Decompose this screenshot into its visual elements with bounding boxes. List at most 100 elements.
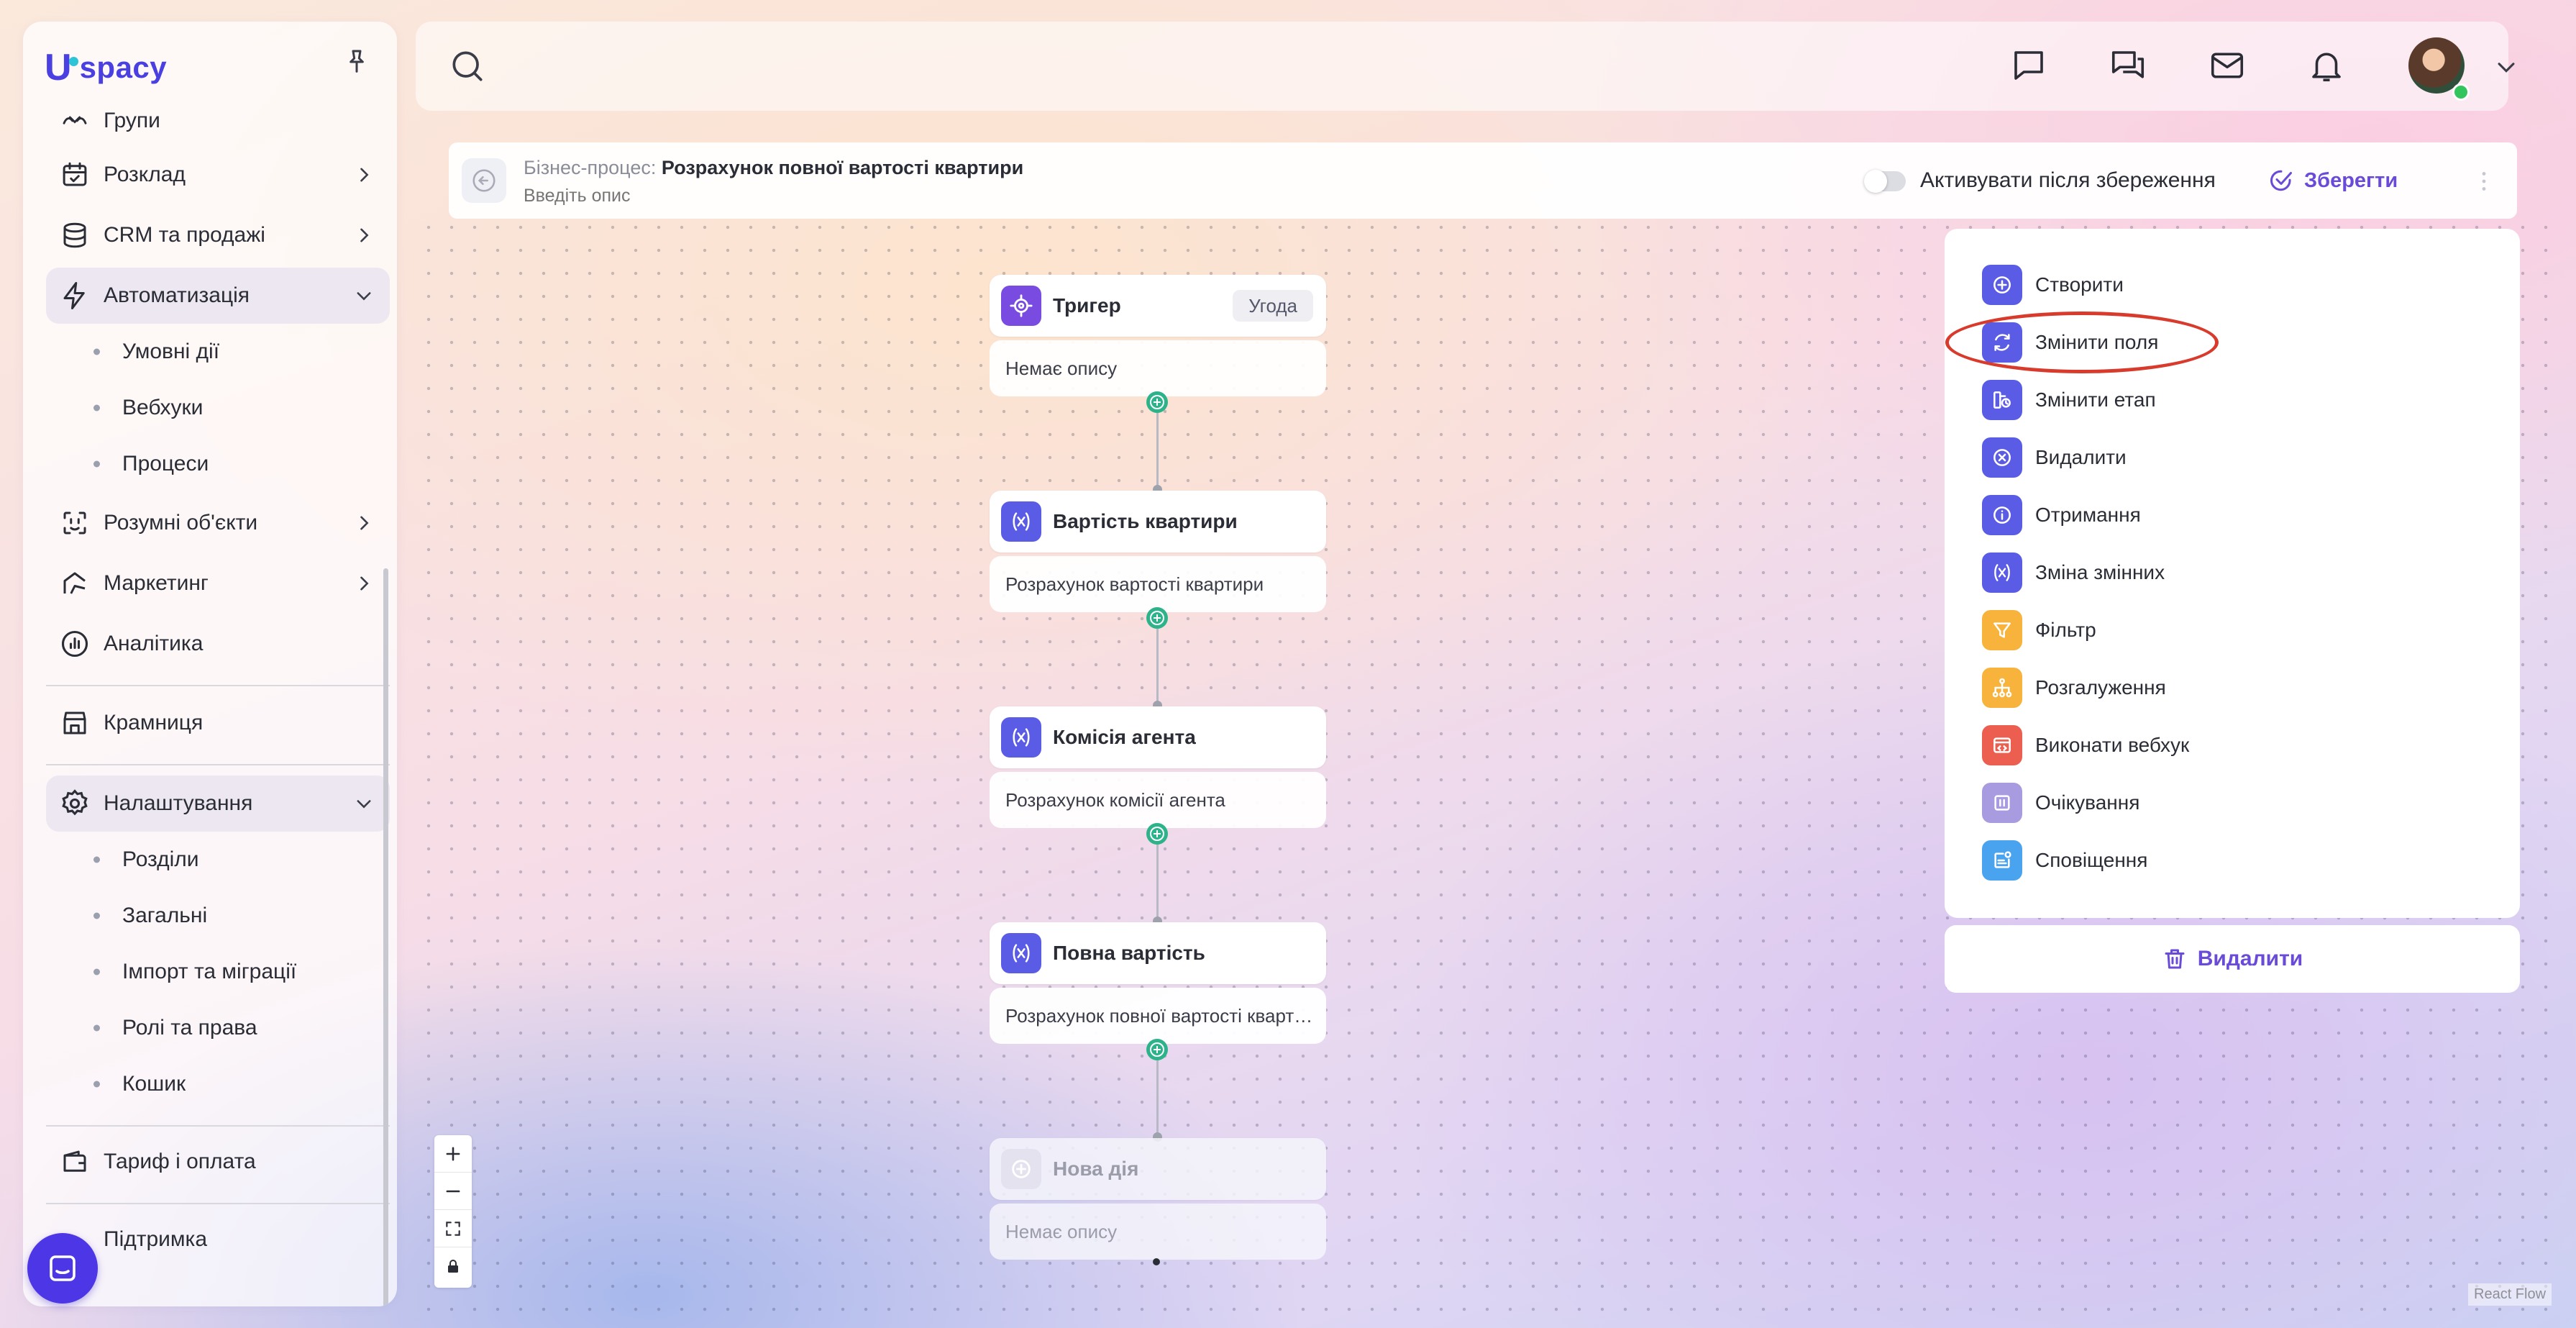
node-description: Розрахунок вартості квартири <box>1005 573 1264 595</box>
sidebar-item-schedule[interactable]: Розклад <box>46 147 390 203</box>
highlight-annotation <box>1945 311 2219 373</box>
add-step-handle[interactable] <box>1146 391 1168 413</box>
react-flow-attribution[interactable]: React Flow <box>2468 1283 2552 1306</box>
sidebar-subitem-label: Загальні <box>122 904 208 927</box>
branch-icon <box>1982 668 2022 708</box>
sidebar-item-smart-objects[interactable]: Розумні об'єкти <box>46 495 390 551</box>
add-step-handle[interactable] <box>1146 607 1168 629</box>
x-circle-icon <box>1982 437 2022 478</box>
gear-icon <box>59 788 91 819</box>
fit-view-button[interactable] <box>434 1210 472 1247</box>
sidebar-subitem-webhooks[interactable]: Вебхуки <box>46 380 390 436</box>
arrow-left-circle-icon <box>472 169 495 192</box>
sidebar-subitem-label: Вебхуки <box>122 396 204 419</box>
sidebar-divider <box>46 685 390 686</box>
logo-text: spacy <box>79 50 168 84</box>
message-icon[interactable] <box>2009 46 2048 85</box>
plus-circle-icon <box>1982 265 2022 305</box>
flow-node-description[interactable]: Розрахунок комісії агента <box>990 772 1326 828</box>
flow-node-description[interactable]: Немає опису <box>990 340 1326 396</box>
flow-node-trigger[interactable]: Тригер Угода <box>990 275 1326 337</box>
lock-button[interactable] <box>434 1247 472 1285</box>
flow-node-description[interactable]: Розрахунок повної вартості квартири <box>990 988 1326 1044</box>
activate-toggle-label: Активувати після збереження <box>1920 168 2216 192</box>
more-vertical-icon[interactable] <box>2471 167 2497 196</box>
sidebar-subitem-label: Розділи <box>122 847 199 871</box>
chat-bubbles-icon[interactable] <box>2109 46 2147 85</box>
sidebar-item-settings[interactable]: Налаштування <box>46 776 390 832</box>
sidebar-subitem-processes[interactable]: Процеси <box>46 436 390 492</box>
action-fetch[interactable]: Отримання <box>1982 495 2141 535</box>
add-step-handle[interactable] <box>1146 1039 1168 1060</box>
action-label: Виконати вебхук <box>2035 734 2190 756</box>
node-title: Нова дія <box>1053 1158 1139 1180</box>
variable-icon <box>1001 933 1041 973</box>
trash-icon <box>2165 949 2185 969</box>
sidebar-subitem-general[interactable]: Загальні <box>46 888 390 944</box>
process-description-input[interactable] <box>524 186 1027 206</box>
sidebar-item-label: Розклад <box>104 163 186 186</box>
mail-icon[interactable] <box>2208 46 2247 85</box>
sidebar-item-crm[interactable]: CRM та продажі <box>46 207 390 263</box>
flow-node-description[interactable]: Немає опису <box>990 1204 1326 1260</box>
action-notification[interactable]: Сповіщення <box>1982 840 2147 881</box>
zoom-controls <box>434 1135 472 1288</box>
process-name[interactable]: Розрахунок повної вартості квартири <box>662 157 1023 178</box>
action-label: Сповіщення <box>2035 849 2148 871</box>
chevron-down-icon <box>357 800 371 809</box>
action-branching[interactable]: Розгалуження <box>1982 668 2166 708</box>
node-description: Розрахунок повної вартості квартири <box>1005 1005 1315 1027</box>
action-run-webhook[interactable]: Виконати вебхук <box>1982 725 2189 765</box>
sidebar-subitem-conditional-actions[interactable]: Умовні дії <box>46 324 390 380</box>
sidebar-item-groups[interactable]: Групи <box>46 98 390 144</box>
chevron-down-icon[interactable] <box>2494 55 2518 79</box>
flow-node-apartment-cost[interactable]: Вартість квартири <box>990 491 1326 552</box>
sidebar-subitem-trash[interactable]: Кошик <box>46 1056 390 1112</box>
sidebar-scrollbar[interactable] <box>383 568 388 1306</box>
action-delete[interactable]: Видалити <box>1982 437 2127 478</box>
flow-node-agent-commission[interactable]: Комісія агента <box>990 706 1326 768</box>
pause-icon <box>1982 783 2022 823</box>
logo-dot <box>68 56 78 66</box>
sidebar: U spacy Групи Розклад CRM та продажі Авт… <box>23 22 397 1306</box>
zoom-out-button[interactable] <box>434 1173 472 1210</box>
chevron-right-icon <box>360 168 369 182</box>
info-icon <box>1982 495 2022 535</box>
sidebar-item-marketing[interactable]: Маркетинг <box>46 555 390 611</box>
node-description: Немає опису <box>1005 1221 1118 1242</box>
app-logo[interactable]: U spacy <box>45 47 167 88</box>
pin-icon[interactable] <box>342 47 371 76</box>
flow-node-new-action[interactable]: Нова дія <box>990 1138 1326 1200</box>
wallet-icon <box>59 1146 91 1178</box>
bell-icon[interactable] <box>2307 46 2346 85</box>
sidebar-item-label: Крамниця <box>104 711 204 735</box>
action-label: Отримання <box>2035 504 2141 526</box>
back-button[interactable] <box>462 158 506 203</box>
activate-toggle[interactable] <box>1864 170 1906 193</box>
sidebar-subitem-label: Імпорт та міграції <box>122 960 297 983</box>
action-filter[interactable]: Фільтр <box>1982 610 2096 650</box>
search-input[interactable] <box>502 43 1584 91</box>
chevron-right-icon <box>360 576 369 591</box>
add-step-handle[interactable] <box>1146 823 1168 845</box>
zoom-in-button[interactable] <box>434 1135 472 1173</box>
action-wait[interactable]: Очікування <box>1982 783 2139 823</box>
chat-widget-button[interactable] <box>27 1233 98 1304</box>
sidebar-item-analytics[interactable]: Аналітика <box>46 616 390 672</box>
sidebar-item-store[interactable]: Крамниця <box>46 695 390 751</box>
sidebar-item-billing[interactable]: Тариф і оплата <box>46 1134 390 1190</box>
save-button[interactable]: Зберегти <box>2268 164 2398 197</box>
action-change-variables[interactable]: Зміна змінних <box>1982 552 2165 593</box>
delete-node-button[interactable]: Видалити <box>1945 925 2520 993</box>
action-create[interactable]: Створити <box>1982 265 2124 305</box>
check-circle-icon <box>2270 170 2292 191</box>
flow-node-total-cost[interactable]: Повна вартість <box>990 922 1326 984</box>
sidebar-subitem-import[interactable]: Імпорт та міграції <box>46 944 390 1000</box>
action-change-stage[interactable]: Змінити етап <box>1982 380 2156 420</box>
sidebar-item-support[interactable]: Підтримка <box>46 1211 390 1268</box>
sidebar-item-automation[interactable]: Автоматизація <box>46 268 390 324</box>
sidebar-subitem-roles[interactable]: Ролі та права <box>46 1000 390 1056</box>
flow-node-description[interactable]: Розрахунок вартості квартири <box>990 556 1326 612</box>
sidebar-subitem-label: Ролі та права <box>122 1016 257 1040</box>
sidebar-subitem-sections[interactable]: Розділи <box>46 832 390 888</box>
